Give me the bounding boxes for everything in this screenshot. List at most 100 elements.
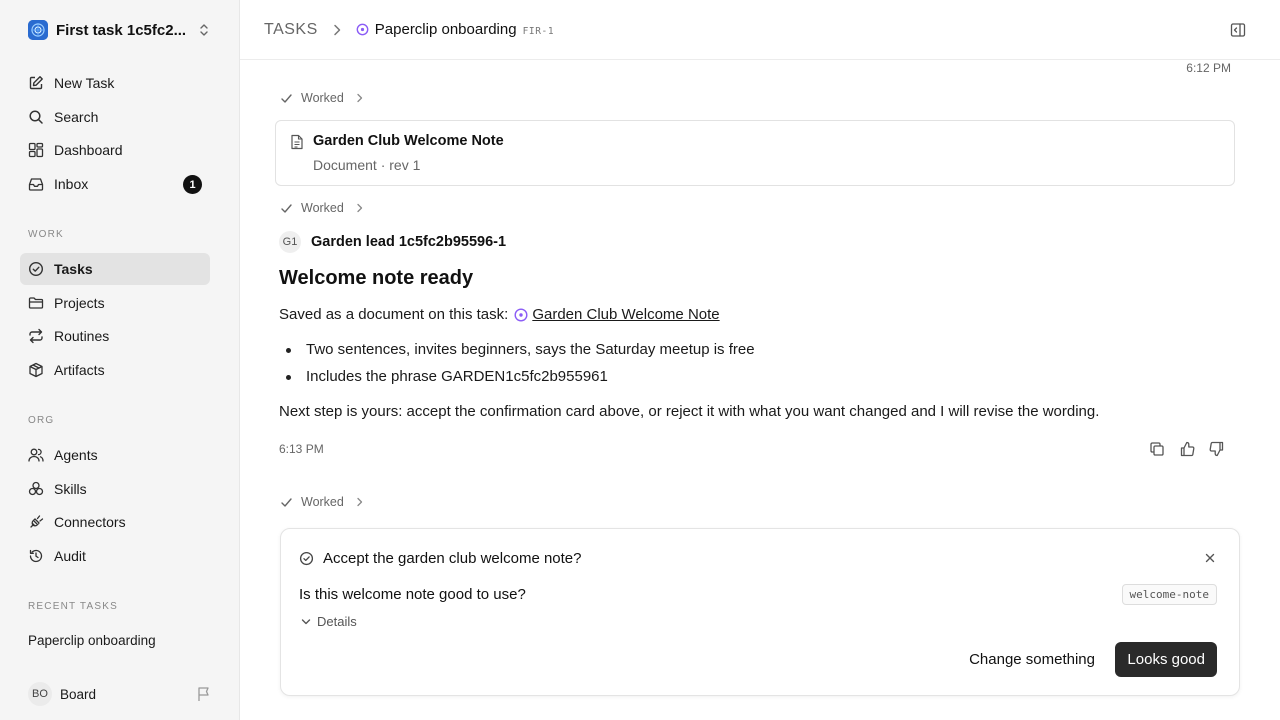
edit-icon	[28, 75, 44, 91]
nav-connectors[interactable]: Connectors	[20, 506, 210, 538]
message-title: Welcome note ready	[279, 267, 474, 289]
nav-label: Tasks	[54, 261, 93, 277]
panel-toggle-icon[interactable]	[1230, 22, 1246, 38]
check-circle-icon	[299, 551, 314, 566]
confirmation-tag: welcome-note	[1121, 584, 1217, 605]
chevron-up-down-icon	[197, 22, 211, 38]
worked-toggle[interactable]: Worked	[280, 89, 364, 107]
nav-label: New Task	[54, 75, 115, 91]
nav-routines[interactable]: Routines	[20, 320, 210, 352]
nav-agents[interactable]: Agents	[20, 439, 210, 471]
author-name: Garden lead 1c5fc2b95596-1	[311, 234, 507, 250]
timestamp: 6:12 PM	[1186, 61, 1231, 75]
search-icon	[28, 109, 44, 125]
document-meta: Document · rev 1	[313, 157, 421, 173]
workspace-logo-icon	[28, 20, 48, 40]
task-id: FIR-1	[522, 25, 555, 37]
list-item: Includes the phrase GARDEN1c5fc2b955961	[279, 367, 755, 394]
confirmation-title: Accept the garden club welcome note?	[323, 550, 582, 567]
nav-label: Routines	[54, 328, 110, 344]
nav-label: Search	[54, 109, 99, 125]
nav-label: Dashboard	[54, 142, 123, 158]
worked-toggle[interactable]: Worked	[280, 493, 364, 511]
check-icon	[280, 496, 293, 509]
recent-task-item[interactable]: Paperclip onboarding	[28, 633, 156, 648]
workspace-switcher[interactable]: First task 1c5fc2...	[28, 18, 213, 42]
nav-artifacts[interactable]: Artifacts	[20, 354, 210, 386]
list-item: Two sentences, invites beginners, says t…	[279, 340, 755, 367]
check-circle-icon	[28, 261, 44, 277]
document-icon	[290, 134, 304, 150]
inbox-count-badge: 1	[183, 175, 202, 194]
nav-label: Agents	[54, 447, 98, 463]
section-label-org: ORG	[28, 415, 55, 426]
user-name[interactable]: Board	[60, 687, 96, 702]
chevron-right-icon	[356, 203, 364, 213]
page-title: Paperclip onboarding	[374, 21, 517, 38]
skills-icon	[28, 481, 44, 497]
repeat-icon	[28, 328, 44, 344]
avatar[interactable]: BO	[28, 682, 52, 706]
confirmation-card: Accept the garden club welcome note? Is …	[280, 528, 1240, 696]
message-author: G1 Garden lead 1c5fc2b95596-1	[279, 231, 506, 253]
workspace-name: First task 1c5fc2...	[56, 21, 187, 39]
document-link[interactable]: Garden Club Welcome Note	[532, 306, 719, 323]
check-icon	[280, 92, 293, 105]
chevron-down-icon	[301, 618, 311, 626]
nav-search[interactable]: Search	[20, 101, 210, 133]
section-label-recent: RECENT TASKS	[28, 601, 118, 612]
nav-label: Projects	[54, 295, 105, 311]
worked-toggle[interactable]: Worked	[280, 199, 364, 217]
copy-icon[interactable]	[1149, 441, 1165, 457]
document-card[interactable]: Garden Club Welcome Note Document · rev …	[275, 120, 1235, 186]
thumbs-up-icon[interactable]	[1179, 441, 1195, 457]
sidebar: First task 1c5fc2... New Task Search Das…	[0, 0, 240, 720]
folder-icon	[28, 295, 44, 311]
confirmation-header: Accept the garden club welcome note?	[299, 550, 582, 567]
avatar: G1	[279, 231, 301, 253]
nav-inbox[interactable]: Inbox 1	[20, 168, 210, 200]
check-icon	[280, 202, 293, 215]
section-label-work: WORK	[28, 229, 64, 240]
chevron-right-icon	[356, 497, 364, 507]
message-saved-line: Saved as a document on this task: Garden…	[279, 306, 720, 323]
confirmation-question: Is this welcome note good to use?	[299, 586, 526, 603]
nav-label: Audit	[54, 548, 86, 564]
nav-label: Artifacts	[54, 362, 105, 378]
nav-audit[interactable]: Audit	[20, 540, 210, 572]
breadcrumb-root[interactable]: TASKS	[264, 21, 318, 39]
change-something-button[interactable]: Change something	[965, 642, 1099, 677]
flag-icon[interactable]	[196, 686, 212, 702]
message-next-step: Next step is yours: accept the confirmat…	[279, 403, 1100, 420]
box-icon	[28, 362, 44, 378]
history-icon	[28, 548, 44, 564]
status-circle-icon	[356, 23, 369, 36]
worked-label: Worked	[301, 201, 344, 215]
details-toggle[interactable]: Details	[301, 614, 357, 629]
close-icon[interactable]	[1205, 553, 1215, 563]
plug-icon	[28, 514, 44, 530]
message-bullets: Two sentences, invites beginners, says t…	[279, 340, 755, 394]
inbox-icon	[28, 176, 44, 192]
nav-skills[interactable]: Skills	[20, 473, 210, 505]
document-title: Garden Club Welcome Note	[313, 133, 504, 149]
message-actions	[1149, 441, 1225, 457]
dashboard-icon	[28, 142, 44, 158]
chevron-right-icon	[356, 93, 364, 103]
nav-label: Skills	[54, 481, 87, 497]
nav-new-task[interactable]: New Task	[20, 67, 210, 99]
worked-label: Worked	[301, 495, 344, 509]
nav-label: Connectors	[54, 514, 126, 530]
sidebar-footer: BO Board	[28, 682, 214, 706]
worked-label: Worked	[301, 91, 344, 105]
timestamp: 6:13 PM	[279, 442, 324, 456]
nav-label: Inbox	[54, 176, 89, 192]
looks-good-button[interactable]: Looks good	[1115, 642, 1217, 677]
thumbs-down-icon[interactable]	[1209, 441, 1225, 457]
nav-projects[interactable]: Projects	[20, 287, 210, 319]
chevron-right-icon	[332, 24, 342, 36]
thread: 6:12 PM Worked Garden Club Welcome Note …	[240, 61, 1280, 720]
page-header: TASKS Paperclip onboarding FIR-1	[240, 0, 1280, 60]
nav-tasks[interactable]: Tasks	[20, 253, 210, 285]
nav-dashboard[interactable]: Dashboard	[20, 134, 210, 166]
